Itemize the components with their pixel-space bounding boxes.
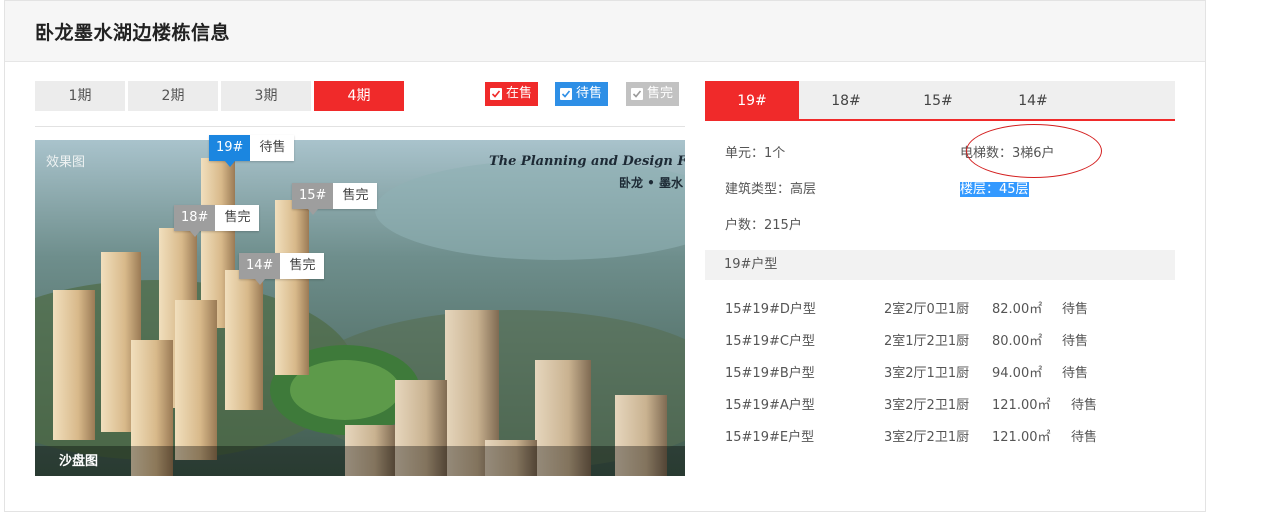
unit-type-name[interactable]: 15#19#C户型	[725, 330, 815, 349]
unit-type-area: 94.00㎡	[992, 366, 1043, 381]
tab-building-14[interactable]: 14#	[986, 81, 1080, 119]
divider	[35, 126, 685, 127]
unit-type-status: 待售	[1062, 302, 1089, 317]
floors-value: 楼层：45层	[960, 182, 1029, 197]
image-overlay-label: 效果图	[46, 155, 86, 170]
unit-type-layout: 2室2厅0卫1厨	[884, 302, 970, 317]
households-info: 户数：215户	[725, 218, 802, 233]
unit-type-area: 121.00㎡	[992, 430, 1051, 445]
unit-type-status: 待售	[1062, 366, 1089, 381]
unit-type-name[interactable]: 15#19#A户型	[725, 394, 815, 413]
unit-type-layout: 2室1厅2卫1厨	[884, 334, 970, 349]
unit-type-name[interactable]: 15#19#E户型	[725, 426, 814, 445]
building-tag-18[interactable]: 18# 售完	[174, 205, 260, 237]
building-tag-number: 14#	[239, 253, 281, 285]
building-tag-status: 待售	[250, 135, 295, 161]
unit-type-area: 82.00㎡	[992, 302, 1043, 317]
filter-sold-out[interactable]: 售完	[626, 82, 680, 106]
checkbox-checked-icon[interactable]	[490, 88, 502, 100]
building-tag-number: 19#	[209, 135, 251, 167]
tab-building-19[interactable]: 19#	[705, 81, 799, 119]
building-tag-19[interactable]: 19# 待售	[209, 135, 295, 167]
filter-pending[interactable]: 待售	[555, 82, 609, 106]
checkbox-checked-icon[interactable]	[560, 88, 572, 100]
building-type-info: 建筑类型：高层	[725, 182, 817, 197]
filter-on-sale-label: 在售	[506, 86, 533, 101]
tab-building-15[interactable]: 15#	[891, 81, 985, 119]
unit-types-heading: 19#户型	[705, 250, 1175, 280]
unit-type-layout: 3室2厅1卫1厨	[884, 366, 970, 381]
caption-bar	[35, 446, 685, 476]
tab-phase-2[interactable]: 2期	[128, 81, 218, 111]
floors-info: 楼层：45层	[960, 178, 1029, 197]
tab-phase-4[interactable]: 4期	[314, 81, 404, 111]
annotation-circle	[966, 124, 1102, 178]
unit-type-layout: 3室2厅2卫1厨	[884, 398, 970, 413]
unit-type-name[interactable]: 15#19#B户型	[725, 362, 815, 381]
units-info: 单元：1个	[725, 146, 786, 161]
unit-type-area: 121.00㎡	[992, 398, 1051, 413]
promo-subtitle: 卧龙 • 墨水	[619, 176, 684, 190]
unit-type-status: 待售	[1071, 398, 1098, 413]
building-tabs: 19# 18# 15# 14#	[705, 81, 1175, 121]
checkbox-checked-icon[interactable]	[631, 88, 643, 100]
tab-phase-1[interactable]: 1期	[35, 81, 125, 111]
unit-type-area: 80.00㎡	[992, 334, 1043, 349]
promo-text: The Planning and Design For Wol	[489, 154, 685, 169]
tab-phase-3[interactable]: 3期	[221, 81, 311, 111]
building-tag-status: 售完	[215, 205, 260, 231]
unit-type-status: 待售	[1062, 334, 1089, 349]
building-tag-status: 售完	[280, 253, 325, 279]
building-tag-number: 18#	[174, 205, 216, 237]
unit-type-layout: 3室2厅2卫1厨	[884, 430, 970, 445]
filter-sold-out-label: 售完	[647, 86, 674, 101]
filter-on-sale[interactable]: 在售	[485, 82, 539, 106]
building-tag-status: 售完	[333, 183, 378, 209]
unit-type-status: 待售	[1071, 430, 1098, 445]
building-tag-number: 15#	[292, 183, 334, 215]
card-header: 卧龙墨水湖边楼栋信息	[5, 1, 1205, 62]
building-tag-14[interactable]: 14# 售完	[239, 253, 325, 285]
image-caption: 沙盘图	[59, 454, 99, 469]
unit-type-name[interactable]: 15#19#D户型	[725, 298, 816, 317]
building-tag-15[interactable]: 15# 售完	[292, 183, 378, 215]
tab-building-18[interactable]: 18#	[799, 81, 893, 119]
filter-pending-label: 待售	[576, 86, 603, 101]
page-title: 卧龙墨水湖边楼栋信息	[35, 22, 231, 44]
